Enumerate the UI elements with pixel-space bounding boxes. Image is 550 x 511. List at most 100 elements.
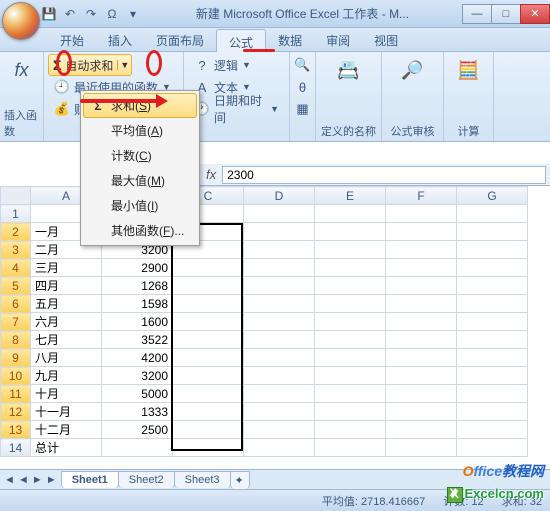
- minimize-button[interactable]: —: [462, 4, 492, 24]
- cell[interactable]: 三月: [31, 259, 102, 277]
- cell[interactable]: [173, 349, 244, 367]
- cell[interactable]: [173, 295, 244, 313]
- cell[interactable]: [315, 421, 386, 439]
- sheet-tab-3[interactable]: Sheet3: [174, 471, 231, 488]
- cell[interactable]: 十月: [31, 385, 102, 403]
- cell[interactable]: [386, 205, 457, 223]
- cell[interactable]: [386, 277, 457, 295]
- cell[interactable]: [457, 295, 528, 313]
- lookup-button[interactable]: 🔍: [289, 54, 317, 76]
- row-header[interactable]: 4: [1, 259, 31, 277]
- dropdown-item-min[interactable]: 最小值(I): [83, 193, 197, 218]
- math-button[interactable]: θ: [289, 76, 317, 98]
- cell[interactable]: [244, 223, 315, 241]
- row-header[interactable]: 3: [1, 241, 31, 259]
- cell[interactable]: 3200: [102, 367, 173, 385]
- close-button[interactable]: ✕: [520, 4, 550, 24]
- cell[interactable]: [173, 421, 244, 439]
- formula-input[interactable]: [222, 166, 546, 184]
- qat-dropdown-icon[interactable]: ▾: [124, 5, 142, 23]
- cell[interactable]: 1600: [102, 313, 173, 331]
- cell[interactable]: [173, 259, 244, 277]
- dropdown-item-average[interactable]: 平均值(A): [83, 118, 197, 143]
- save-icon[interactable]: 💾: [40, 5, 58, 23]
- print-icon[interactable]: Ω: [103, 5, 121, 23]
- cell[interactable]: [244, 385, 315, 403]
- cell[interactable]: [457, 349, 528, 367]
- cell[interactable]: [457, 241, 528, 259]
- cell[interactable]: [102, 439, 173, 457]
- cell[interactable]: [386, 349, 457, 367]
- cell[interactable]: [173, 385, 244, 403]
- cell[interactable]: 1268: [102, 277, 173, 295]
- cell[interactable]: [315, 331, 386, 349]
- dropdown-item-max[interactable]: 最大值(M): [83, 168, 197, 193]
- cell[interactable]: [173, 277, 244, 295]
- cell[interactable]: [315, 259, 386, 277]
- cell[interactable]: [386, 367, 457, 385]
- cell[interactable]: [386, 259, 457, 277]
- cell[interactable]: [173, 403, 244, 421]
- cell[interactable]: [244, 421, 315, 439]
- row-header[interactable]: 14: [1, 439, 31, 457]
- cell[interactable]: [315, 385, 386, 403]
- cell[interactable]: 八月: [31, 349, 102, 367]
- cell[interactable]: [386, 223, 457, 241]
- cell[interactable]: [457, 313, 528, 331]
- cell[interactable]: [386, 385, 457, 403]
- sheet-tab-1[interactable]: Sheet1: [61, 471, 119, 488]
- cell[interactable]: [315, 241, 386, 259]
- cell[interactable]: 十一月: [31, 403, 102, 421]
- logical-button[interactable]: ?逻辑▼: [188, 54, 257, 76]
- cell[interactable]: [457, 259, 528, 277]
- undo-icon[interactable]: ↶: [61, 5, 79, 23]
- row-header[interactable]: 12: [1, 403, 31, 421]
- cell[interactable]: [386, 241, 457, 259]
- row-header[interactable]: 11: [1, 385, 31, 403]
- cell[interactable]: [386, 313, 457, 331]
- cell[interactable]: [315, 277, 386, 295]
- maximize-button[interactable]: □: [491, 4, 521, 24]
- cell[interactable]: [244, 439, 315, 457]
- tab-home[interactable]: 开始: [48, 28, 96, 51]
- cell[interactable]: [244, 259, 315, 277]
- cell[interactable]: [315, 313, 386, 331]
- dropdown-item-count[interactable]: 计数(C): [83, 143, 197, 168]
- cell[interactable]: [386, 421, 457, 439]
- office-button[interactable]: [2, 2, 40, 40]
- cell[interactable]: [386, 295, 457, 313]
- sheet-tab-2[interactable]: Sheet2: [118, 471, 175, 488]
- row-header[interactable]: 10: [1, 367, 31, 385]
- col-header-E[interactable]: E: [315, 187, 386, 205]
- row-header[interactable]: 1: [1, 205, 31, 223]
- tab-insert[interactable]: 插入: [96, 28, 144, 51]
- fx-icon[interactable]: fx: [200, 167, 222, 182]
- col-header-F[interactable]: F: [386, 187, 457, 205]
- cell[interactable]: [173, 367, 244, 385]
- cell[interactable]: [457, 331, 528, 349]
- cell[interactable]: [457, 385, 528, 403]
- cell[interactable]: 十二月: [31, 421, 102, 439]
- defined-names-button[interactable]: 📇: [329, 54, 369, 86]
- insert-function-button[interactable]: fx: [2, 54, 42, 86]
- dropdown-item-other[interactable]: 其他函数(F)...: [83, 218, 197, 243]
- cell[interactable]: [244, 403, 315, 421]
- tab-layout[interactable]: 页面布局: [144, 28, 216, 51]
- cell[interactable]: 1598: [102, 295, 173, 313]
- cell[interactable]: [244, 313, 315, 331]
- cell[interactable]: [457, 223, 528, 241]
- cell[interactable]: [315, 295, 386, 313]
- col-header-D[interactable]: D: [244, 187, 315, 205]
- cell[interactable]: [457, 277, 528, 295]
- col-header-G[interactable]: G: [457, 187, 528, 205]
- cell[interactable]: 七月: [31, 331, 102, 349]
- cell[interactable]: 五月: [31, 295, 102, 313]
- cell[interactable]: [315, 367, 386, 385]
- cell[interactable]: 四月: [31, 277, 102, 295]
- cell[interactable]: [386, 331, 457, 349]
- formula-audit-button[interactable]: 🔎: [393, 54, 433, 86]
- autosum-split-button[interactable]: Σ 自动求和 ▼: [48, 54, 132, 76]
- cell[interactable]: [315, 223, 386, 241]
- cell[interactable]: 4200: [102, 349, 173, 367]
- cell[interactable]: [244, 241, 315, 259]
